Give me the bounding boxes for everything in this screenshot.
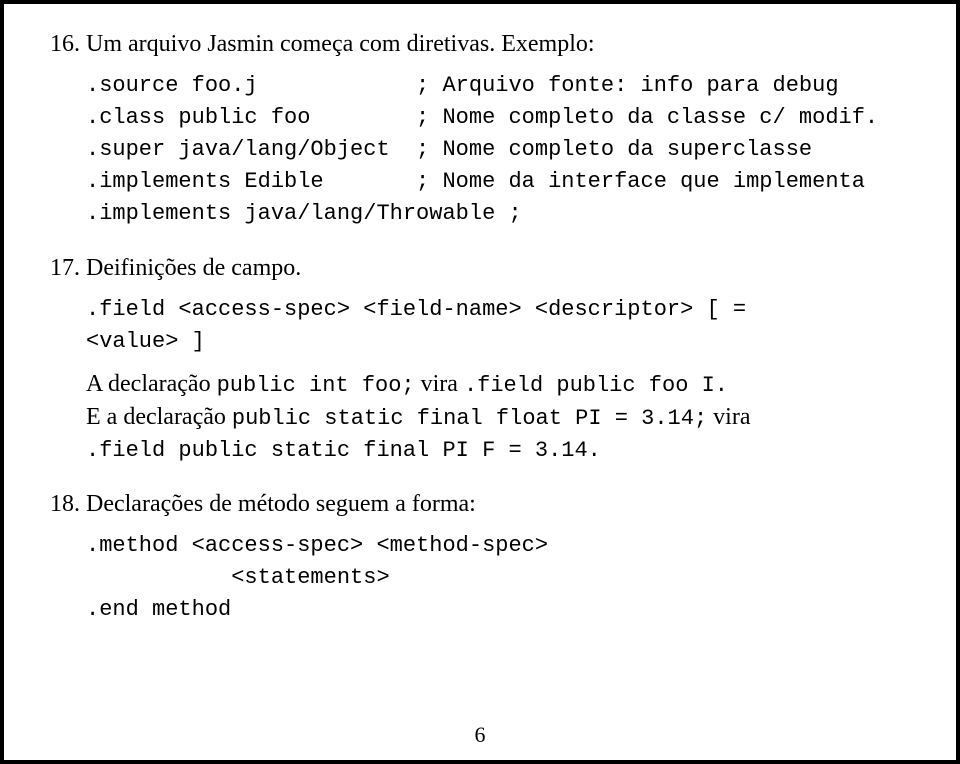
item-body: Deifinições de campo. .field <access-spe… (86, 252, 928, 466)
item-body: Um arquivo Jasmin começa com diretivas. … (86, 28, 928, 230)
item-body: Declarações de método seguem a forma: .m… (86, 488, 928, 626)
inline-code: .field public foo I. (464, 373, 728, 398)
item-title: Um arquivo Jasmin começa com diretivas. … (86, 28, 928, 60)
text: vira (415, 371, 464, 397)
inline-code: public static final float PI = 3.14; (232, 406, 707, 431)
ordered-list: 16. Um arquivo Jasmin começa com diretiv… (32, 28, 928, 626)
page-content: 16. Um arquivo Jasmin começa com diretiv… (32, 28, 928, 626)
list-item-16: 16. Um arquivo Jasmin começa com diretiv… (32, 28, 928, 230)
list-item-18: 18. Declarações de método seguem a forma… (32, 488, 928, 626)
item-number: 18. (32, 488, 86, 626)
item-number: 17. (32, 252, 86, 466)
text: E a declaração (86, 404, 232, 430)
paragraph: A declaração public int foo; vira .field… (86, 368, 928, 401)
text: A declaração (86, 371, 217, 397)
inline-code: public int foo; (217, 373, 415, 398)
item-title: Deifinições de campo. (86, 252, 928, 284)
paragraph: E a declaração public static final float… (86, 401, 928, 434)
page-number: 6 (4, 722, 956, 748)
paragraph: .field public static final PI F = 3.14. (86, 433, 928, 466)
item-number: 16. (32, 28, 86, 230)
list-item-17: 17. Deifinições de campo. .field <access… (32, 252, 928, 466)
page-frame: 16. Um arquivo Jasmin começa com diretiv… (0, 0, 960, 764)
code-block: .source foo.j ; Arquivo fonte: info para… (86, 70, 928, 229)
code-block: .field <access-spec> <field-name> <descr… (86, 294, 928, 358)
text: vira (707, 404, 750, 430)
item-title: Declarações de método seguem a forma: (86, 488, 928, 520)
inline-code: .field public static final PI F = 3.14. (86, 438, 601, 463)
code-block: .method <access-spec> <method-spec> <sta… (86, 530, 928, 626)
